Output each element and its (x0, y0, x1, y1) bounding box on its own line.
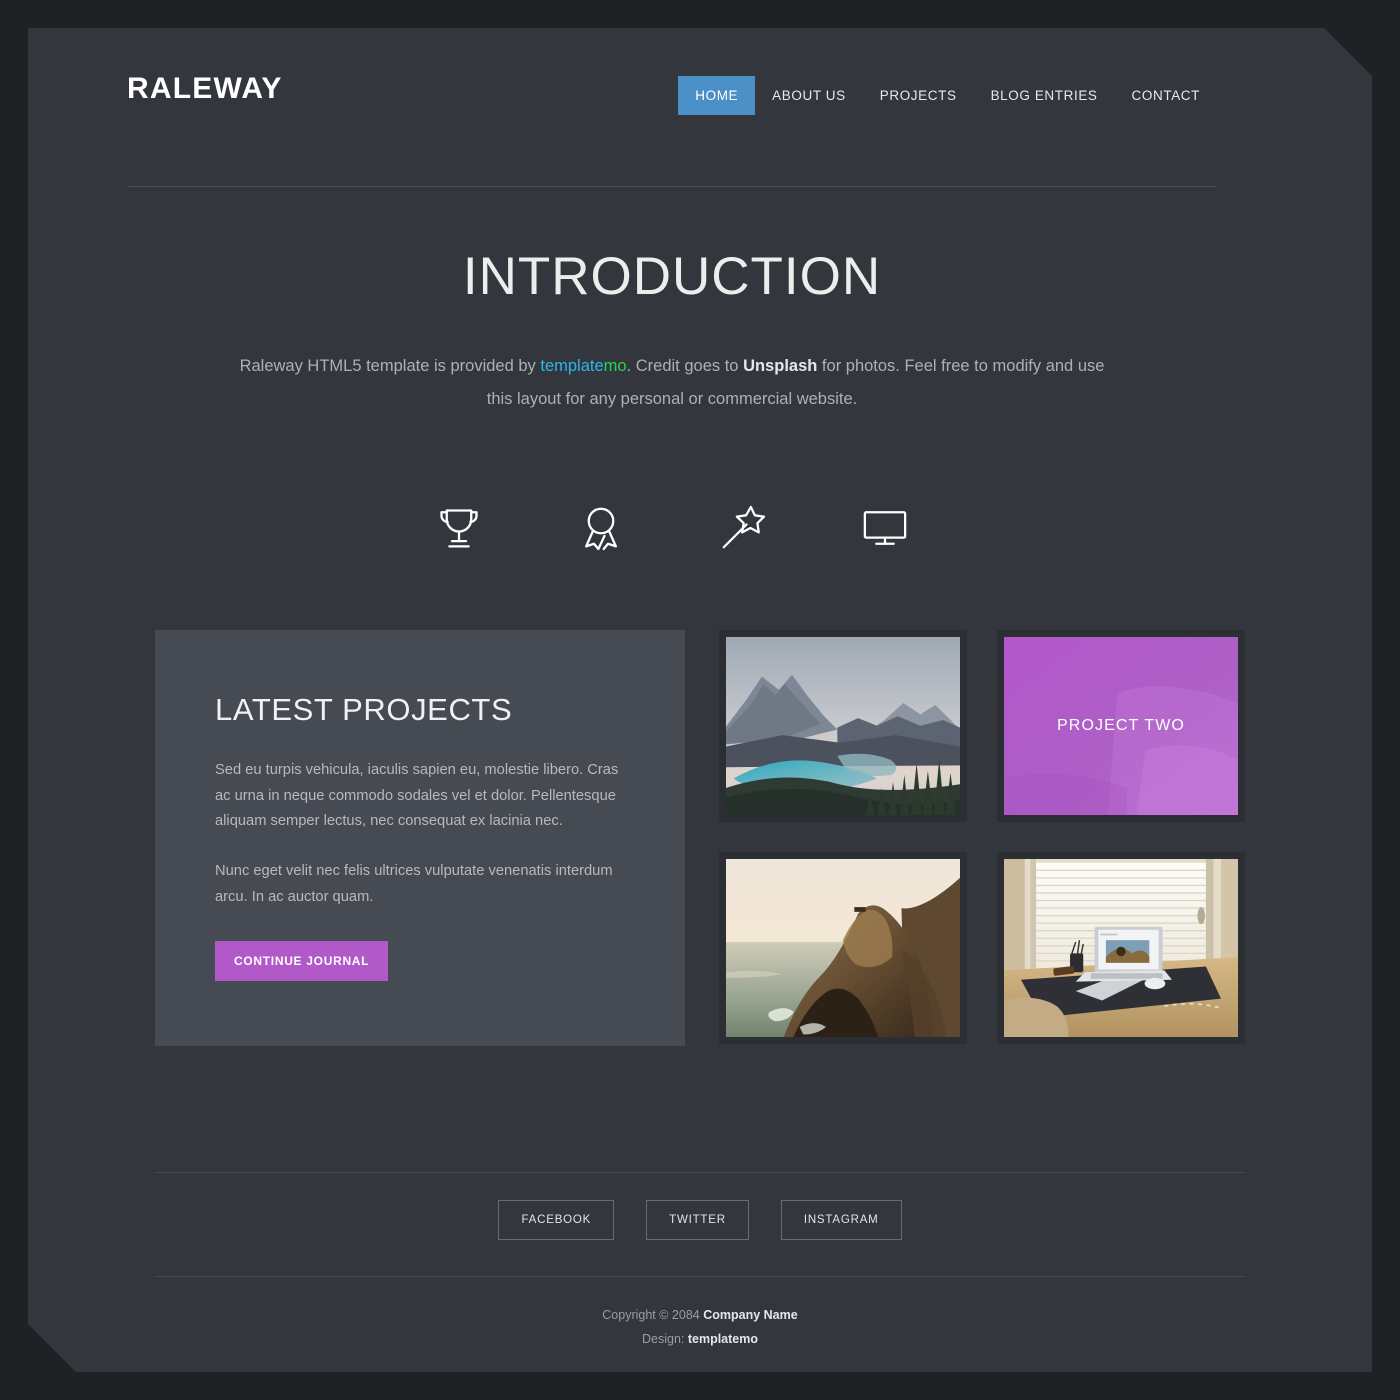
header-divider (127, 186, 1217, 187)
desk-laptop-artwork (1004, 859, 1238, 1037)
nav-item-blog-entries[interactable]: BLOG ENTRIES (974, 76, 1115, 115)
site-header: RALEWAY HOME ABOUT US PROJECTS BLOG ENTR… (127, 46, 1217, 158)
nav-item-contact[interactable]: CONTACT (1115, 76, 1217, 115)
design-prefix: Design: (641, 1331, 688, 1346)
intro-text-part2: . Credit goes to (626, 357, 744, 376)
footer-divider-top (155, 1172, 1245, 1173)
nav-item-about-us[interactable]: ABOUT US (755, 76, 863, 115)
thumb-desk-laptop[interactable] (997, 852, 1245, 1044)
social-links: FACEBOOK TWITTER INSTAGRAM (155, 1200, 1245, 1240)
templatemo-link-first[interactable]: template (540, 357, 603, 375)
thumb-coastal-cliff[interactable] (719, 852, 967, 1044)
feature-icon-row (127, 500, 1217, 556)
footer-divider-bottom (155, 1276, 1245, 1277)
copyright-prefix: Copyright © 2084 (602, 1308, 704, 1322)
intro-paragraph: Raleway HTML5 template is provided by te… (232, 350, 1112, 416)
site-logo[interactable]: RALEWAY (127, 72, 283, 106)
project-thumbnail-grid: PROJECT TWO (719, 630, 1245, 1044)
templatemo-link-second[interactable]: mo (604, 357, 627, 375)
thumb-mountain-lake[interactable] (719, 630, 967, 822)
trophy-icon (431, 500, 487, 556)
social-button-facebook[interactable]: FACEBOOK (498, 1200, 615, 1240)
panel-title: LATEST PROJECTS (215, 692, 513, 727)
social-button-twitter[interactable]: TWITTER (646, 1200, 749, 1240)
magic-wand-icon (715, 500, 771, 556)
nav-item-projects[interactable]: PROJECTS (863, 76, 974, 115)
company-name: Company Name (703, 1308, 798, 1322)
intro-text-part1: Raleway HTML5 template is provided by (239, 357, 541, 376)
unsplash-credit-link[interactable]: Unsplash (743, 357, 817, 375)
award-ribbon-icon (573, 500, 629, 556)
latest-projects-panel: LATEST PROJECTS Sed eu turpis vehicula, … (155, 630, 685, 1046)
coastal-cliff-artwork (726, 859, 960, 1037)
panel-paragraph-2: Nunc eget velit nec felis ultrices vulpu… (215, 863, 613, 905)
nav-item-home[interactable]: HOME (678, 76, 756, 115)
thumb-project-two[interactable]: PROJECT TWO (997, 630, 1245, 822)
continue-journal-button[interactable]: CONTINUE JOURNAL (215, 940, 389, 981)
designer-link[interactable]: templatemo (688, 1332, 758, 1346)
intro-section: INTRODUCTION Raleway HTML5 template is p… (127, 247, 1217, 416)
copyright-block: Copyright © 2084 Company Name Design: te… (155, 1304, 1245, 1352)
social-button-instagram[interactable]: INSTAGRAM (780, 1200, 902, 1240)
mountain-lake-artwork (726, 637, 960, 815)
design-line: Design: templatemo (155, 1328, 1245, 1352)
main-navigation: HOME ABOUT US PROJECTS BLOG ENTRIES CONT… (678, 76, 1217, 115)
screenshot-stage: RALEWAY HOME ABOUT US PROJECTS BLOG ENTR… (0, 0, 1400, 1400)
panel-paragraph-1: Sed eu turpis vehicula, iaculis sapien e… (215, 762, 619, 830)
copyright-line: Copyright © 2084 Company Name (155, 1304, 1245, 1328)
monitor-icon (857, 500, 913, 556)
page-title: INTRODUCTION (462, 247, 882, 306)
thumb-label-project-two: PROJECT TWO (1057, 717, 1185, 734)
